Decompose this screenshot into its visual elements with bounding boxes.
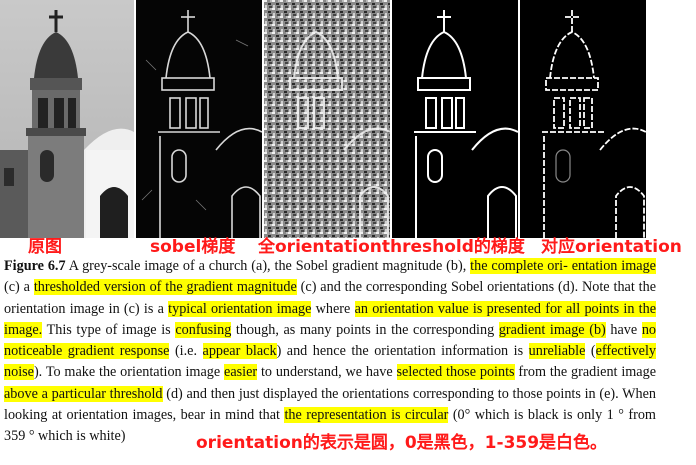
caption-text: ). To make the orientation image bbox=[33, 364, 225, 381]
caption-text: from the gradient image bbox=[514, 364, 656, 381]
caption-text: This type of image is bbox=[42, 321, 176, 338]
caption-highlight: easier bbox=[224, 364, 258, 381]
caption-text: A grey-scale image of a church (a), the … bbox=[65, 258, 471, 274]
panel-thresholded-gradient bbox=[392, 0, 518, 238]
caption-highlight: confusing bbox=[175, 321, 232, 338]
figure-number: Figure 6.7 bbox=[4, 258, 66, 274]
caption-highlight: unreliable bbox=[528, 343, 586, 360]
caption-highlight: selected those points bbox=[396, 364, 515, 381]
label-full-threshold: 全orientationthreshold的梯度 bbox=[258, 237, 525, 257]
panel-corresponding-orientation bbox=[520, 0, 646, 238]
caption-text: though, as many points in the correspond… bbox=[231, 321, 499, 338]
caption-text: to understand, we have bbox=[257, 364, 397, 381]
caption-highlight: the representation is circular bbox=[284, 407, 449, 424]
panel-sobel-gradient bbox=[136, 0, 262, 238]
figure-image-strip bbox=[0, 0, 696, 238]
label-original: 原图 bbox=[28, 237, 62, 257]
caption-text: where bbox=[311, 300, 355, 317]
caption-highlight: gradient image (b) bbox=[498, 321, 606, 338]
caption-text: ) and hence the orientation information … bbox=[276, 343, 529, 360]
caption-highlight: typical orientation image bbox=[168, 300, 312, 317]
caption-text: (i.e. bbox=[169, 343, 203, 360]
panel-original-image bbox=[0, 0, 134, 238]
caption-highlight: above a particular threshold bbox=[4, 385, 163, 402]
caption-highlight: thresholded version of the gradient magn… bbox=[33, 279, 297, 296]
caption-text: have bbox=[605, 321, 642, 338]
caption-highlight: appear black bbox=[202, 343, 277, 360]
label-corresponding: 对应orientation bbox=[541, 237, 682, 257]
caption-text: (c) a bbox=[4, 279, 34, 296]
annotation-note: orientation的表示是圆，0是黑色，1-359是白色。 bbox=[196, 433, 608, 453]
panel-full-orientation bbox=[264, 0, 390, 238]
caption-text: ( bbox=[585, 343, 596, 360]
figure-caption: Figure 6.7 A grey-scale image of a churc… bbox=[4, 256, 657, 448]
caption-highlight: the complete ori- entation image bbox=[470, 258, 656, 274]
label-sobel: sobel梯度 bbox=[150, 237, 236, 257]
